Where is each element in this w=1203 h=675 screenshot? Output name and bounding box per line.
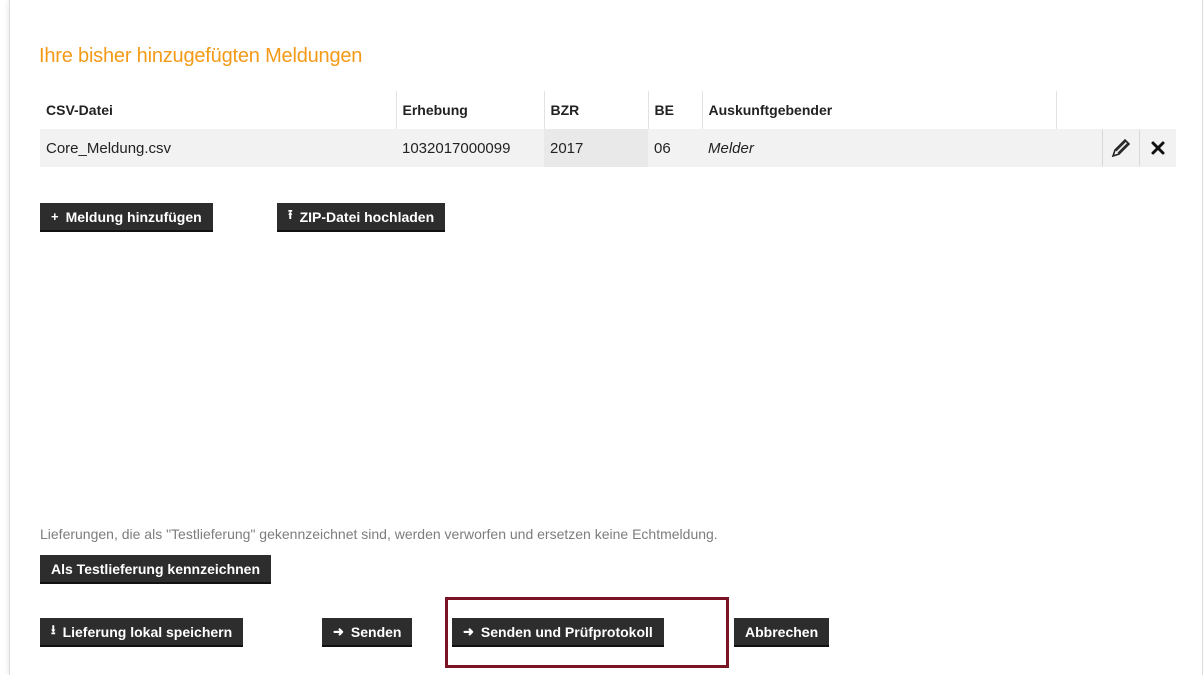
save-local-button[interactable]: ⭳ Lieferung lokal speichern [40, 618, 244, 647]
cell-be: 06 [648, 129, 702, 167]
cancel-button[interactable]: Abbrechen [734, 618, 830, 647]
header-csv-file: CSV-Datei [40, 91, 397, 129]
send-button[interactable]: ➜ Senden [322, 618, 413, 647]
cell-csv-file: Core_Meldung.csv [40, 129, 396, 167]
pencil-icon [1111, 138, 1131, 158]
header-be: BE [648, 91, 703, 129]
plus-icon: + [51, 209, 59, 224]
section-title: Ihre bisher hinzugefügten Meldungen [39, 45, 363, 67]
reports-table: CSV-Datei Erhebung BZR BE Auskunftgebend… [40, 91, 1176, 167]
cancel-label: Abbrechen [745, 623, 819, 640]
close-icon [1151, 141, 1165, 155]
upload-icon: ⭱ [288, 206, 293, 222]
add-report-button[interactable]: + Meldung hinzufügen [40, 203, 213, 232]
cell-auskunftgebender: Melder [702, 129, 1056, 167]
upload-zip-button[interactable]: ⭱ ZIP-Datei hochladen [277, 203, 446, 232]
save-local-label: Lieferung lokal speichern [62, 623, 233, 640]
test-delivery-hint: Lieferungen, die als "Testlieferung" gek… [40, 526, 718, 542]
row-actions [1056, 129, 1176, 167]
arrow-right-icon: ➜ [333, 623, 344, 639]
highlight-frame [445, 597, 729, 668]
table-row: Core_Meldung.csv 1032017000099 2017 06 M… [40, 129, 1176, 167]
header-actions [1056, 91, 1176, 129]
upload-zip-label: ZIP-Datei hochladen [299, 208, 435, 225]
table-header-row: CSV-Datei Erhebung BZR BE Auskunftgebend… [40, 91, 1176, 129]
add-report-label: Meldung hinzufügen [65, 208, 202, 225]
cell-erhebung: 1032017000099 [396, 129, 544, 167]
header-bzr: BZR [544, 91, 649, 129]
header-erhebung: Erhebung [396, 91, 545, 129]
header-auskunftgebender: Auskunftgebender [702, 91, 1057, 129]
mark-test-label: Als Testlieferung kennzeichnen [51, 560, 261, 577]
edit-button[interactable] [1102, 130, 1140, 166]
delete-button[interactable] [1140, 130, 1176, 166]
send-label: Senden [350, 623, 402, 640]
cell-bzr: 2017 [544, 129, 648, 167]
mark-test-button[interactable]: Als Testlieferung kennzeichnen [40, 555, 272, 584]
download-icon: ⭳ [51, 621, 56, 637]
